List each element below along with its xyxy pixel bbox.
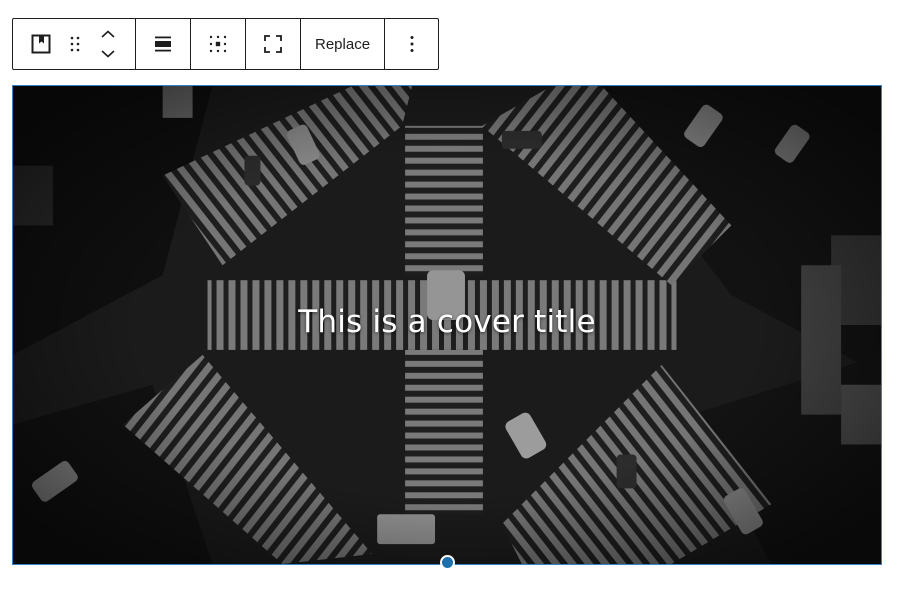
replace-button[interactable]: Replace: [301, 19, 384, 69]
move-up-button[interactable]: [100, 24, 116, 44]
move-down-button[interactable]: [100, 44, 116, 64]
drag-handle[interactable]: [69, 19, 81, 69]
content-position-button[interactable]: [191, 19, 245, 69]
block-toolbar: Replace: [12, 18, 440, 70]
toolbar-group-options: [385, 19, 438, 69]
toolbar-group-replace: Replace: [301, 19, 386, 69]
toolbar-group-align: [136, 19, 191, 69]
more-vertical-icon: [410, 36, 414, 52]
full-height-button[interactable]: [246, 19, 300, 69]
block-type-button[interactable]: [13, 19, 69, 69]
drag-handle-icon: [70, 36, 80, 52]
chevron-up-icon: [101, 30, 115, 38]
position-grid-icon: [209, 35, 227, 53]
fullscreen-icon: [264, 35, 282, 53]
replace-label: Replace: [315, 35, 371, 53]
chevron-down-icon: [101, 50, 115, 58]
cover-resize-handle[interactable]: [440, 555, 455, 570]
mover-controls: [81, 19, 135, 69]
toolbar-group-block: [13, 19, 136, 69]
cover-block[interactable]: This is a cover title: [12, 85, 882, 565]
toolbar-group-position: [191, 19, 246, 69]
align-wide-icon: [155, 36, 171, 52]
cover-block-icon: [31, 34, 51, 54]
toolbar-group-height: [246, 19, 301, 69]
cover-title[interactable]: This is a cover title: [13, 304, 881, 340]
options-button[interactable]: [385, 19, 438, 69]
align-button[interactable]: [136, 19, 190, 69]
